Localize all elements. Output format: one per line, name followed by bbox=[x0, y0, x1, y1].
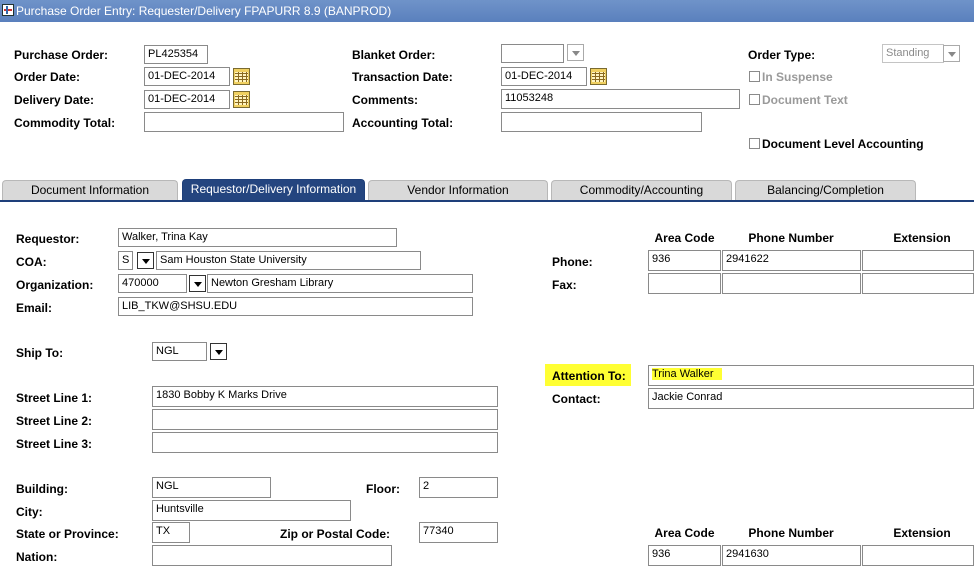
order-date-label: Order Date: bbox=[14, 70, 81, 84]
tab-document-information[interactable]: Document Information bbox=[2, 180, 178, 200]
ship-to-dropdown-icon[interactable] bbox=[210, 343, 227, 360]
street-line-1-field[interactable]: 1830 Bobby K Marks Drive bbox=[152, 386, 498, 407]
street-line-1-label: Street Line 1: bbox=[16, 391, 93, 405]
order-type-field[interactable]: Standing bbox=[882, 44, 944, 63]
floor-label: Floor: bbox=[366, 482, 400, 496]
accounting-total-label: Accounting Total: bbox=[352, 116, 454, 130]
organization-name-field: Newton Gresham Library bbox=[207, 274, 473, 293]
contact-label: Contact: bbox=[552, 392, 601, 406]
order-type-dropdown-icon[interactable] bbox=[943, 45, 960, 62]
tab-vendor-information[interactable]: Vendor Information bbox=[368, 180, 548, 200]
document-level-accounting-checkbox[interactable] bbox=[749, 138, 760, 149]
fax-area-field[interactable] bbox=[648, 273, 721, 294]
purchase-order-field[interactable]: PL425354 bbox=[144, 45, 208, 64]
email-label: Email: bbox=[16, 301, 53, 315]
zip-label: Zip or Postal Code: bbox=[280, 527, 391, 541]
transaction-date-label: Transaction Date: bbox=[352, 70, 453, 84]
calendar-icon[interactable] bbox=[233, 91, 250, 108]
requestor-label: Requestor: bbox=[16, 232, 80, 246]
order-date-field[interactable]: 01-DEC-2014 bbox=[144, 67, 230, 86]
document-level-accounting-label: Document Level Accounting bbox=[762, 137, 924, 151]
calendar-icon[interactable] bbox=[590, 68, 607, 85]
city-field[interactable]: Huntsville bbox=[152, 500, 351, 521]
contact-field[interactable]: Jackie Conrad bbox=[648, 388, 974, 409]
app-icon bbox=[2, 4, 14, 16]
commodity-total-label: Commodity Total: bbox=[14, 116, 116, 130]
tab-commodity-accounting[interactable]: Commodity/Accounting bbox=[551, 180, 732, 200]
area-code-header: Area Code bbox=[654, 231, 715, 245]
attention-to-label: Attention To: bbox=[552, 369, 626, 383]
phone-label: Phone: bbox=[552, 255, 593, 269]
ship-to-label: Ship To: bbox=[16, 346, 64, 360]
blanket-order-field[interactable] bbox=[501, 44, 564, 63]
tab-divider bbox=[0, 200, 974, 202]
nation-field[interactable] bbox=[152, 545, 392, 566]
fax-number-field[interactable] bbox=[722, 273, 861, 294]
nation-label: Nation: bbox=[16, 550, 58, 564]
ship-phone-area-field[interactable]: 936 bbox=[648, 545, 721, 566]
order-type-label: Order Type: bbox=[748, 48, 816, 62]
building-label: Building: bbox=[16, 482, 68, 496]
commodity-total-field bbox=[144, 112, 344, 132]
transaction-date-field[interactable]: 01-DEC-2014 bbox=[501, 67, 587, 86]
tab-balancing-completion[interactable]: Balancing/Completion bbox=[735, 180, 916, 200]
phone-number-field[interactable]: 2941622 bbox=[722, 250, 861, 271]
organization-code-field[interactable]: 470000 bbox=[118, 274, 187, 293]
ship-phone-extension-field[interactable] bbox=[862, 545, 974, 566]
blanket-order-label: Blanket Order: bbox=[352, 48, 436, 62]
purchase-order-label: Purchase Order: bbox=[14, 48, 109, 62]
phone-extension-field[interactable] bbox=[862, 250, 974, 271]
comments-field[interactable]: 11053248 bbox=[501, 89, 740, 109]
building-field[interactable]: NGL bbox=[152, 477, 271, 498]
coa-code-field[interactable]: S bbox=[118, 251, 133, 270]
coa-label: COA: bbox=[16, 255, 47, 269]
accounting-total-field bbox=[501, 112, 702, 132]
coa-name-field: Sam Houston State University bbox=[156, 251, 421, 270]
coa-dropdown-icon[interactable] bbox=[137, 252, 154, 269]
extension-header: Extension bbox=[893, 526, 951, 540]
phone-number-header: Phone Number bbox=[748, 231, 834, 245]
organization-dropdown-icon[interactable] bbox=[189, 275, 206, 292]
state-label: State or Province: bbox=[16, 527, 119, 541]
city-label: City: bbox=[16, 505, 43, 519]
attention-to-value: Trina Walker bbox=[652, 368, 722, 380]
delivery-date-label: Delivery Date: bbox=[14, 93, 95, 107]
in-suspense-checkbox[interactable] bbox=[749, 71, 760, 82]
delivery-date-field[interactable]: 01-DEC-2014 bbox=[144, 90, 230, 109]
state-field[interactable]: TX bbox=[152, 522, 190, 543]
organization-label: Organization: bbox=[16, 278, 94, 292]
in-suspense-label: In Suspense bbox=[762, 70, 833, 84]
window-title: Purchase Order Entry: Requester/Delivery… bbox=[16, 4, 392, 18]
street-line-2-field[interactable] bbox=[152, 409, 498, 430]
fax-extension-field[interactable] bbox=[862, 273, 974, 294]
floor-field[interactable]: 2 bbox=[419, 477, 498, 498]
fax-label: Fax: bbox=[552, 278, 577, 292]
street-line-2-label: Street Line 2: bbox=[16, 414, 93, 428]
street-line-3-field[interactable] bbox=[152, 432, 498, 453]
phone-area-field[interactable]: 936 bbox=[648, 250, 721, 271]
zip-field[interactable]: 77340 bbox=[419, 522, 498, 543]
document-text-checkbox[interactable] bbox=[749, 94, 760, 105]
blanket-order-dropdown-icon[interactable] bbox=[567, 44, 584, 61]
title-bar: Purchase Order Entry: Requester/Delivery… bbox=[0, 0, 974, 22]
tab-requestor-delivery-information[interactable]: Requestor/Delivery Information bbox=[182, 179, 365, 200]
ship-to-field[interactable]: NGL bbox=[152, 342, 207, 361]
ship-phone-number-field[interactable]: 2941630 bbox=[722, 545, 861, 566]
requestor-field[interactable]: Walker, Trina Kay bbox=[118, 228, 397, 247]
street-line-3-label: Street Line 3: bbox=[16, 437, 93, 451]
email-field[interactable]: LIB_TKW@SHSU.EDU bbox=[118, 297, 473, 316]
calendar-icon[interactable] bbox=[233, 68, 250, 85]
extension-header: Extension bbox=[893, 231, 951, 245]
document-text-label: Document Text bbox=[762, 93, 848, 107]
phone-number-header: Phone Number bbox=[748, 526, 834, 540]
comments-label: Comments: bbox=[352, 93, 419, 107]
area-code-header: Area Code bbox=[654, 526, 715, 540]
attention-to-field[interactable]: Trina Walker bbox=[648, 365, 974, 386]
